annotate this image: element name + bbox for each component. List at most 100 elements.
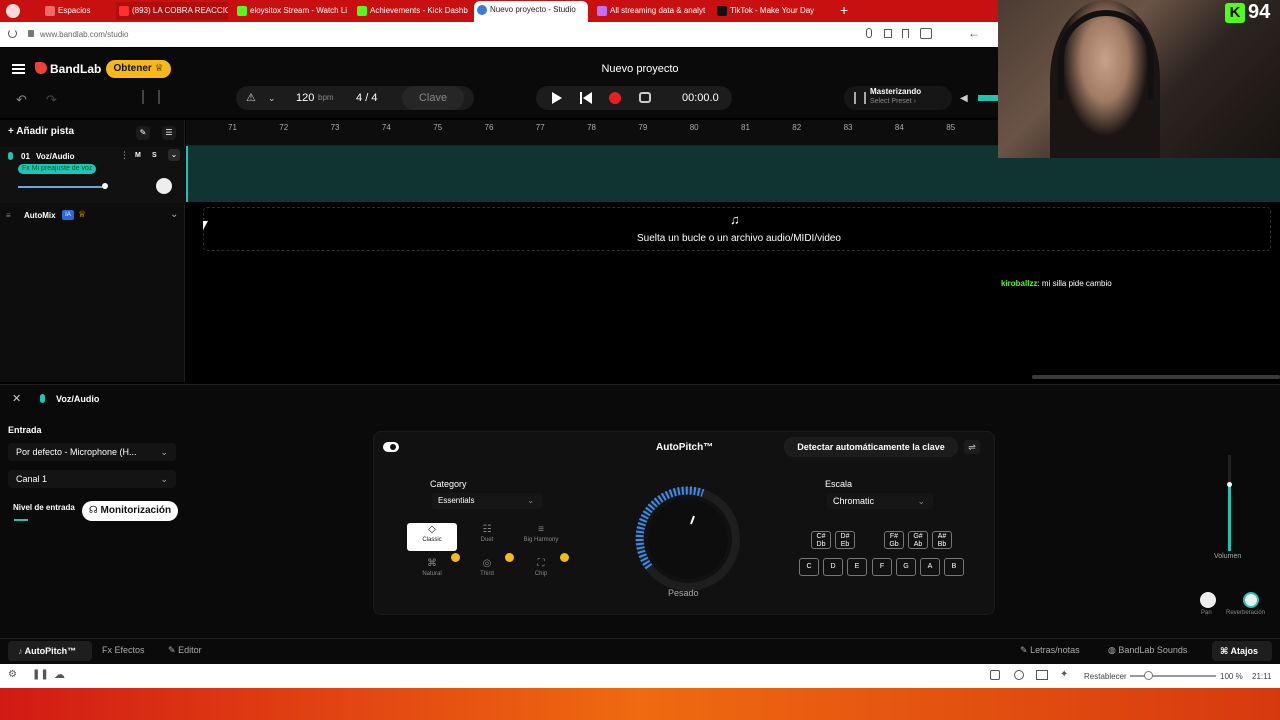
volume-fader-handle[interactable]	[1227, 482, 1232, 487]
bpm-value[interactable]: 120	[296, 86, 314, 110]
project-title[interactable]: Nuevo proyecto	[540, 63, 740, 75]
track-volume-handle[interactable]	[102, 183, 108, 189]
settings-icon[interactable]: ⚙	[8, 669, 17, 680]
screenshot-icon[interactable]	[884, 29, 892, 38]
master-volume-icon[interactable]: ◀	[960, 93, 968, 104]
pan-knob[interactable]	[1200, 592, 1216, 608]
wand-icon[interactable]: ✎	[136, 126, 150, 140]
chevron-down-icon[interactable]: ⌄	[170, 209, 178, 220]
zoom-slider[interactable]	[1130, 675, 1216, 677]
category-select[interactable]: Essentials ⌄	[432, 493, 542, 509]
bandlab-logo-icon[interactable]	[35, 62, 47, 74]
get-premium-button[interactable]: Obtener ♕	[106, 60, 171, 78]
play-icon[interactable]	[552, 92, 562, 104]
key-a-sharp[interactable]: A# Bb	[932, 531, 952, 549]
fx-preset-badge[interactable]: Fx Mi preajuste de voz	[18, 164, 97, 174]
mode-duet[interactable]: ☷ Duet	[462, 523, 512, 551]
expand-icon[interactable]	[990, 670, 1000, 680]
bandlab-sounds-button[interactable]: ◍ BandLab Sounds	[1108, 645, 1187, 656]
mode-third[interactable]: ◎ Third	[462, 557, 512, 585]
detect-key-button[interactable]: Detectar automáticamente la clave	[784, 437, 958, 457]
brand-name[interactable]: BandLab	[50, 62, 101, 76]
redo-icon[interactable]: ↷	[46, 92, 57, 108]
mode-chip[interactable]: ⛶ Chip	[516, 557, 566, 585]
channel-select[interactable]: Canal 1 ⌄	[8, 470, 176, 488]
key-g-sharp[interactable]: G# Ab	[908, 531, 928, 549]
record-icon[interactable]	[609, 92, 621, 104]
key-f[interactable]: F	[872, 558, 892, 576]
track-more-icon[interactable]: ⋮	[120, 150, 129, 161]
new-tab-button[interactable]: +	[840, 2, 848, 18]
pitch-strength-knob[interactable]	[633, 484, 743, 594]
key-d-sharp[interactable]: D# Eb	[835, 531, 855, 549]
key-selector[interactable]: Clave	[402, 86, 464, 110]
key-f-sharp[interactable]: F# Gb	[884, 531, 904, 549]
chevron-down-icon[interactable]: ⌄	[268, 86, 276, 110]
metronome-control[interactable]: ⚠ ⌄ 120 bpm 4 / 4 Clave	[236, 86, 474, 110]
chevron-down-icon[interactable]: ⌄	[168, 149, 180, 161]
tab-espacios[interactable]: Espacios	[42, 2, 114, 20]
browser-menu-icon[interactable]	[6, 4, 20, 18]
lyrics-button[interactable]: ✎ Letras/notas	[1020, 645, 1080, 656]
mastering-selector[interactable]: Masterizando Select Preset ›	[844, 86, 952, 110]
rewind-icon[interactable]	[580, 92, 582, 104]
track-pan-knob[interactable]	[156, 178, 172, 194]
key-c-sharp[interactable]: C# Db	[811, 531, 831, 549]
mode-big-harmony[interactable]: ≡ Big Harmony	[516, 523, 566, 551]
playhead[interactable]	[186, 146, 188, 202]
tab-autopitch[interactable]: ♪ AutoPitch™	[8, 641, 92, 661]
sidebar-icon[interactable]	[920, 28, 932, 39]
tab-effects[interactable]: Fx Efectos	[102, 645, 145, 655]
shortcuts-button[interactable]: ⌘ Atajos	[1212, 641, 1272, 661]
tab-kick-stream[interactable]: eloysitox Stream - Watch Li	[234, 2, 348, 20]
scale-select[interactable]: Chromatic ⌄	[827, 493, 933, 509]
cloud-icon[interactable]: ☁	[54, 668, 65, 681]
autopitch-toggle[interactable]	[383, 442, 399, 452]
split-icon[interactable]	[1036, 670, 1048, 680]
back-icon[interactable]: ←	[968, 26, 980, 40]
mic-icon[interactable]	[866, 28, 872, 38]
tab-editor[interactable]: ✎ Editor	[168, 645, 202, 656]
bookmark-icon[interactable]	[902, 29, 909, 38]
mute-button[interactable]: M	[135, 152, 141, 159]
input-device-select[interactable]: Por defecto - Microphone (H... ⌄	[8, 443, 176, 461]
tab-tiktok[interactable]: TikTok - Make Your Day	[714, 2, 830, 20]
drop-zone[interactable]: ♫ Suelta un bucle o un archivo audio/MID…	[203, 207, 1271, 251]
undo-icon[interactable]: ↶	[16, 92, 27, 108]
key-g[interactable]: G	[896, 558, 916, 576]
mode-natural[interactable]: ⌘ Natural	[407, 557, 457, 585]
key-c[interactable]: C	[799, 558, 819, 576]
reset-zoom-button[interactable]: Restablecer	[1084, 672, 1127, 681]
reverb-knob[interactable]	[1243, 592, 1259, 608]
track-header[interactable]: 01 Voz/Audio ⋮ M S ⌄ Fx Mi preajuste de …	[0, 147, 185, 203]
close-icon[interactable]: ✕	[12, 392, 21, 405]
track-volume-slider[interactable]	[18, 186, 104, 188]
track-settings-icon[interactable]: ☰	[162, 126, 176, 140]
tab-streaming-data[interactable]: All streaming data & analyt	[594, 2, 708, 20]
loop-icon[interactable]	[639, 92, 651, 103]
tab-youtube[interactable]: (893) LA COBRA REACCIONA	[116, 2, 228, 20]
tab-bandlab-studio[interactable]: Nuevo proyecto - Studio	[474, 1, 588, 22]
horizontal-scrollbar[interactable]	[1032, 375, 1280, 379]
solo-button[interactable]: S	[152, 152, 157, 159]
hamburger-menu-icon[interactable]	[12, 64, 25, 74]
capture-icon[interactable]	[1014, 670, 1024, 680]
metronome-icon[interactable]: ⚠	[246, 86, 256, 110]
mixer-icon[interactable]	[142, 90, 160, 104]
pause-icon[interactable]: ❚❚	[32, 669, 49, 680]
key-b[interactable]: B	[944, 558, 964, 576]
time-signature[interactable]: 4 / 4	[356, 86, 377, 110]
url-text[interactable]: www.bandlab.com/studio	[40, 30, 129, 39]
tab-kick-achievements[interactable]: Achievements - Kick Dashb	[354, 2, 468, 20]
settings-sliders-icon[interactable]: ⇌	[964, 440, 980, 454]
monitoring-button[interactable]: ☊ Monitorización	[82, 501, 178, 521]
automix-row[interactable]: ≡ AutoMix IA ♕ ⌄	[0, 207, 185, 225]
extensions-icon[interactable]: ✦	[1060, 669, 1068, 680]
key-a[interactable]: A	[920, 558, 940, 576]
add-track-button[interactable]: + Añadir pista	[8, 126, 74, 137]
track-name[interactable]: Voz/Audio	[36, 152, 75, 161]
zoom-slider-handle[interactable]	[1144, 671, 1153, 680]
reload-icon[interactable]	[8, 29, 17, 38]
key-d[interactable]: D	[823, 558, 843, 576]
key-e[interactable]: E	[847, 558, 867, 576]
